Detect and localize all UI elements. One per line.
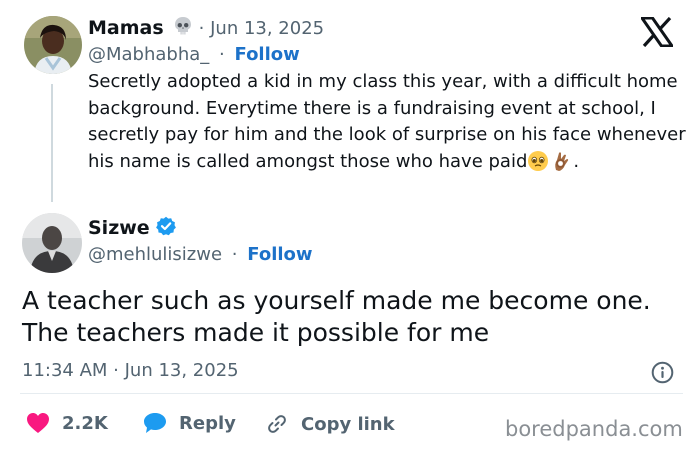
verified-badge-icon: [155, 216, 176, 240]
separator-dot: ·: [219, 44, 225, 65]
speech-bubble-icon: [143, 412, 167, 434]
link-icon: [265, 412, 289, 436]
handle-sizwe[interactable]: @mehlulisizwe: [88, 244, 222, 265]
quoted-post-text: Secretly adopted a kid in my class this …: [88, 69, 688, 180]
reply-post-text: A teacher such as yourself made me becom…: [22, 286, 651, 347]
handle-mamas[interactable]: @Mabhabha_: [88, 44, 209, 65]
reply-label: Reply: [179, 412, 236, 434]
quoted-post-body: Secretly adopted a kid in my class this …: [88, 71, 686, 172]
like-button[interactable]: 2.2K: [26, 412, 108, 434]
info-icon[interactable]: [651, 361, 674, 388]
x-logo-icon[interactable]: [639, 16, 677, 49]
author-name-mamas[interactable]: Mamas: [88, 17, 164, 39]
divider: [20, 393, 683, 394]
watermark: boredpanda.com: [505, 417, 683, 441]
post-timestamp[interactable]: 11:34 AM · Jun 13, 2025: [22, 360, 239, 381]
copy-link-button[interactable]: Copy link: [265, 412, 395, 436]
post-date[interactable]: · Jun 13, 2025: [199, 18, 324, 39]
ok-hand-icon: [551, 150, 573, 181]
author-name-sizwe[interactable]: Sizwe: [88, 217, 150, 239]
avatar-sizwe[interactable]: [22, 213, 82, 273]
like-count: 2.2K: [62, 412, 108, 434]
reply-button[interactable]: Reply: [143, 412, 236, 434]
follow-button-mamas[interactable]: Follow: [235, 44, 300, 65]
heart-icon: [26, 412, 50, 434]
follow-button-sizwe[interactable]: Follow: [247, 244, 312, 265]
thread-connector: [51, 84, 53, 202]
copy-link-label: Copy link: [301, 413, 395, 435]
skull-icon: [173, 16, 193, 40]
separator-dot: ·: [231, 244, 238, 265]
quoted-post-end: .: [573, 150, 580, 172]
pleading-face-icon: [527, 150, 549, 181]
avatar-mamas[interactable]: [24, 16, 82, 74]
